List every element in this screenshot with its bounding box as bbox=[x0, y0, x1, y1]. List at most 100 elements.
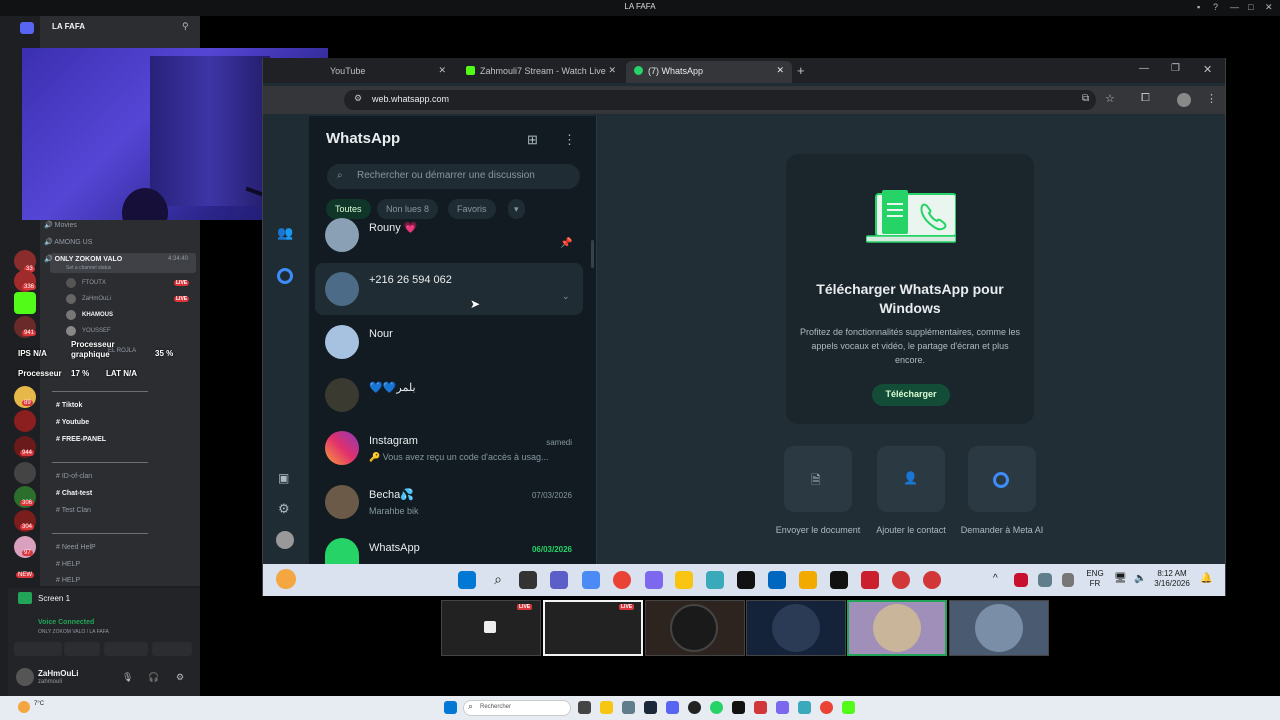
browser-menu-icon[interactable]: ⋮ bbox=[1206, 92, 1217, 105]
communities-icon[interactable]: 👥 bbox=[277, 225, 293, 241]
obs-icon[interactable] bbox=[688, 701, 701, 714]
messenger-icon[interactable] bbox=[776, 701, 789, 714]
edge-icon[interactable] bbox=[798, 701, 811, 714]
server-icon[interactable] bbox=[14, 462, 36, 484]
user-avatar[interactable] bbox=[16, 668, 34, 686]
tray-icon[interactable] bbox=[1038, 573, 1052, 587]
screen-share-button[interactable] bbox=[64, 642, 100, 656]
teams-icon[interactable] bbox=[550, 571, 568, 589]
text-channel[interactable]: # Need HelP bbox=[56, 544, 96, 551]
weather-icon[interactable] bbox=[18, 701, 30, 713]
install-app-icon[interactable]: ⧉ bbox=[1082, 93, 1089, 104]
url-input[interactable]: web.whatsapp.com bbox=[344, 90, 1096, 110]
headphones-icon[interactable]: 🎧 bbox=[148, 672, 159, 683]
help-icon[interactable]: ? bbox=[1213, 2, 1218, 12]
close-tab-icon[interactable]: ✕ bbox=[776, 65, 784, 76]
close-tab-icon[interactable]: ✕ bbox=[438, 65, 446, 76]
task-view-icon[interactable] bbox=[578, 701, 591, 714]
discord-home-icon[interactable] bbox=[20, 22, 34, 34]
voice-user[interactable]: KHAMOUS bbox=[82, 312, 113, 318]
meta-ai-icon[interactable] bbox=[277, 268, 293, 284]
tab-youtube[interactable]: YouTube ✕ bbox=[322, 61, 454, 83]
text-channel[interactable]: # FREE-PANEL bbox=[56, 436, 106, 443]
search-input[interactable]: Rechercher ou démarrer une discussion bbox=[327, 164, 580, 189]
text-channel[interactable]: # Youtube bbox=[56, 419, 89, 426]
start-icon[interactable] bbox=[458, 571, 476, 589]
new-chat-icon[interactable]: ⊞ bbox=[527, 132, 538, 148]
chrome-icon[interactable] bbox=[613, 571, 631, 589]
new-tab-icon[interactable]: + bbox=[797, 63, 805, 78]
text-channel[interactable]: # Chat-test bbox=[56, 490, 92, 497]
app-icon[interactable] bbox=[754, 701, 767, 714]
file-explorer-icon[interactable] bbox=[600, 701, 613, 714]
close-window-icon[interactable]: ✕ bbox=[1203, 63, 1212, 76]
voice-user[interactable]: FTOUTX bbox=[82, 280, 106, 286]
soundboard-button[interactable] bbox=[152, 642, 192, 656]
clock[interactable]: 8:12 AM 3/16/2026 bbox=[1150, 569, 1194, 589]
tiktok-icon[interactable] bbox=[732, 701, 745, 714]
app-icon[interactable] bbox=[892, 571, 910, 589]
store-icon[interactable] bbox=[768, 571, 786, 589]
tab-kick-stream[interactable]: Zahmouli7 Stream - Watch Live ✕ bbox=[458, 61, 624, 83]
start-icon[interactable] bbox=[444, 701, 457, 714]
kick-server-icon[interactable] bbox=[14, 292, 36, 314]
text-channel[interactable]: # HELP bbox=[56, 561, 80, 568]
chevron-up-icon[interactable]: ^ bbox=[993, 573, 998, 584]
whatsapp-icon[interactable] bbox=[710, 701, 723, 714]
notification-bell-icon[interactable]: 🔔 bbox=[1200, 573, 1212, 584]
task-view-icon[interactable] bbox=[519, 571, 537, 589]
search-icon[interactable]: ⌕ bbox=[489, 571, 507, 589]
epic-games-icon[interactable] bbox=[830, 571, 848, 589]
download-button[interactable]: Télécharger bbox=[872, 384, 950, 406]
server-name[interactable]: LA FAFA bbox=[52, 22, 85, 31]
menu-icon[interactable]: ⋮ bbox=[563, 132, 576, 148]
profile-avatar[interactable] bbox=[276, 531, 294, 549]
voice-user[interactable]: YOUSSEF bbox=[82, 328, 111, 334]
site-info-icon[interactable]: ⚙ bbox=[354, 93, 362, 104]
restore-window-icon[interactable]: ❐ bbox=[1171, 63, 1180, 74]
bookmark-star-icon[interactable]: ☆ bbox=[1105, 92, 1115, 105]
kick-icon[interactable] bbox=[842, 701, 855, 714]
close-tab-icon[interactable]: ✕ bbox=[608, 65, 616, 76]
weather-widget-icon[interactable] bbox=[276, 569, 296, 589]
minimize-button[interactable]: — bbox=[1230, 2, 1239, 12]
rockstar-icon[interactable] bbox=[799, 571, 817, 589]
text-channel[interactable]: # HELP bbox=[56, 577, 80, 584]
scrollbar[interactable] bbox=[591, 240, 594, 268]
settings-icon[interactable] bbox=[622, 701, 635, 714]
copilot-icon[interactable] bbox=[582, 571, 600, 589]
file-explorer-icon[interactable] bbox=[675, 571, 693, 589]
maximize-button[interactable]: □ bbox=[1248, 2, 1253, 12]
minimize-window-icon[interactable]: — bbox=[1139, 63, 1149, 74]
settings-icon[interactable]: ⚙ bbox=[176, 672, 184, 683]
network-icon[interactable]: 🖥 bbox=[1114, 573, 1127, 584]
valorant-icon[interactable] bbox=[861, 571, 879, 589]
mic-icon[interactable] bbox=[1062, 573, 1074, 587]
activity-button[interactable] bbox=[104, 642, 148, 656]
voice-channel-active[interactable]: 🔊 ONLY ZOKOM VALO bbox=[44, 255, 122, 263]
settings-icon[interactable]: ⚙ bbox=[278, 501, 290, 517]
voice-channel[interactable]: 🔊 AMONG US bbox=[44, 238, 92, 246]
riot-client-icon[interactable] bbox=[923, 571, 941, 589]
language-indicator[interactable]: ENG FR bbox=[1083, 569, 1107, 589]
camera-button[interactable] bbox=[14, 642, 62, 656]
close-button[interactable]: ✕ bbox=[1265, 2, 1273, 13]
steam-icon[interactable] bbox=[644, 701, 657, 714]
voice-user[interactable]: ZaHmOuLi bbox=[82, 296, 111, 302]
text-channel[interactable]: # ID-of-clan bbox=[56, 473, 92, 480]
text-channel[interactable]: # Tiktok bbox=[56, 402, 82, 409]
text-channel[interactable]: # Test Clan bbox=[56, 507, 91, 514]
tab-whatsapp[interactable]: (7) WhatsApp ✕ bbox=[626, 61, 792, 83]
edge-icon[interactable] bbox=[706, 571, 724, 589]
add-member-icon[interactable]: ⚲ bbox=[182, 21, 189, 32]
mic-icon[interactable]: 🎙 bbox=[122, 672, 133, 683]
messenger-icon[interactable] bbox=[645, 571, 663, 589]
chevron-down-icon[interactable]: ⌄ bbox=[562, 291, 570, 302]
server-icon[interactable] bbox=[14, 410, 36, 432]
extensions-icon[interactable]: ⧠ bbox=[1141, 92, 1150, 105]
tiktok-icon[interactable] bbox=[737, 571, 755, 589]
inbox-icon[interactable]: ▪ bbox=[1197, 2, 1200, 12]
chrome-icon[interactable] bbox=[820, 701, 833, 714]
voice-status[interactable]: Voice Connected bbox=[38, 619, 94, 626]
tray-icon[interactable] bbox=[1014, 573, 1028, 587]
